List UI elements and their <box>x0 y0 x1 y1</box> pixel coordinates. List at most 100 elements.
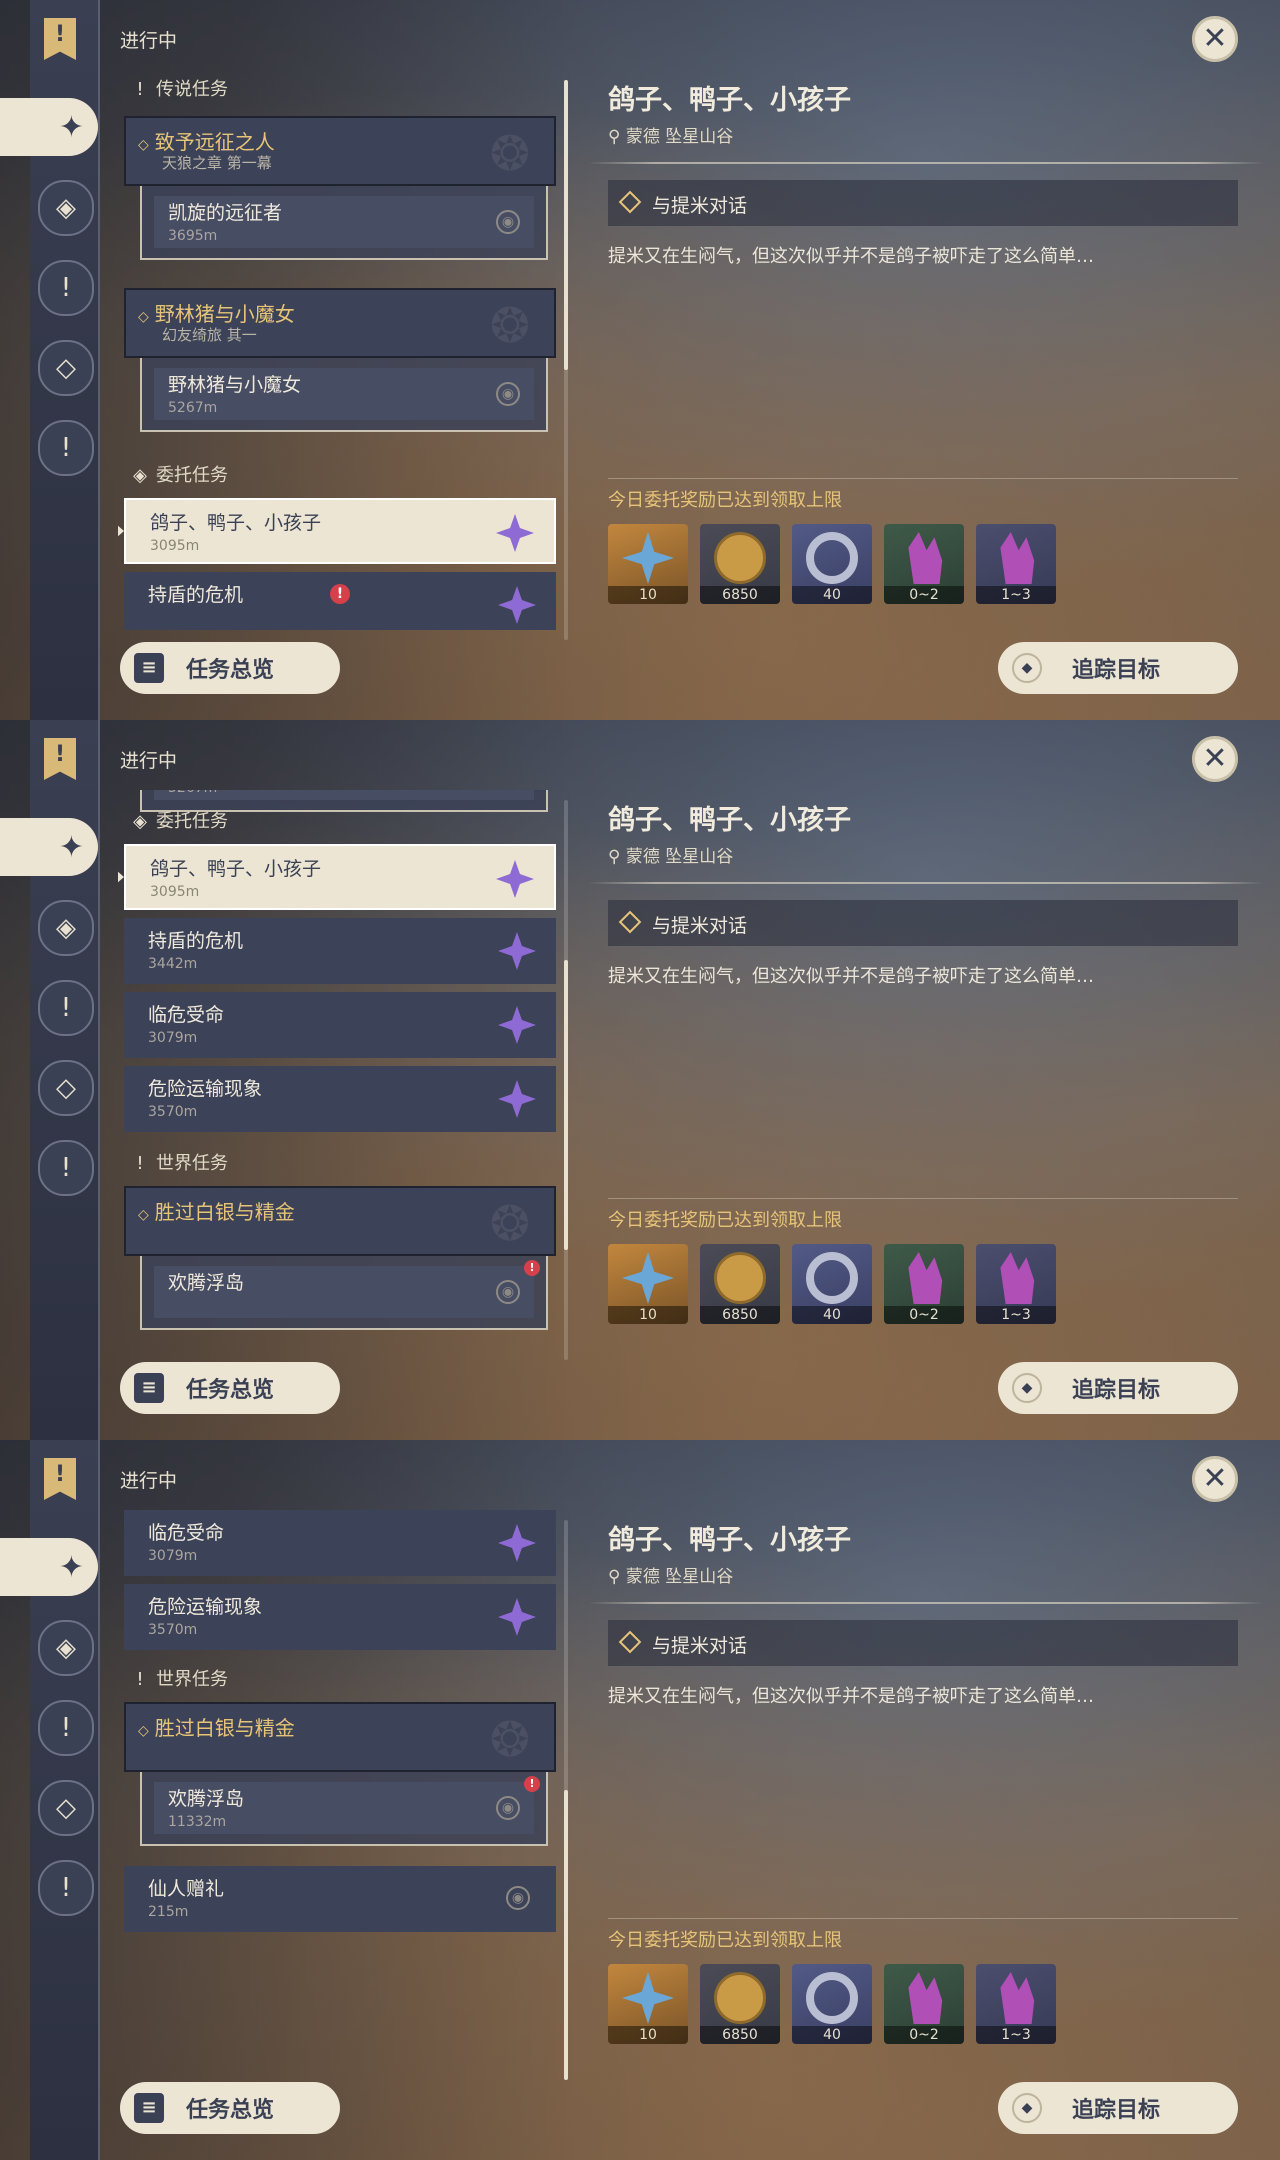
ore-icon <box>908 1252 943 1304</box>
mora-icon <box>714 532 766 584</box>
quest-list[interactable]: ! 传说任务 ◇ 致予远征之人 天狼之章 第一幕 ❂ 凯旋的远征者 3695m ◉ … <box>118 70 568 630</box>
category-commission: ◈ 委托任务 <box>130 462 228 490</box>
commission-quest-icon[interactable]: ◇ <box>38 340 94 396</box>
quest-group-boar[interactable]: ◇ 野林猪与小魔女 幻友绮旅 其一 ❂ <box>124 288 556 358</box>
track-target-button[interactable]: ◆ 追踪目标 <box>998 1362 1238 1414</box>
legend-quest-icon[interactable]: ! <box>38 980 94 1036</box>
commission-quest-icon[interactable]: ◇ <box>38 1780 94 1836</box>
reward-item[interactable]: 40 <box>792 1964 872 2044</box>
world-quest-icon[interactable]: ! <box>38 420 94 476</box>
quest-step[interactable]: 凯旋的远征者 3695m ◉ <box>140 186 548 260</box>
map-pin-icon[interactable]: ◉ <box>496 382 520 406</box>
quest-list[interactable]: 5267m ◈委托任务 鸽子、鸭子、小孩子 3095m 持盾的危机 3442m … <box>118 790 568 1350</box>
reward-item[interactable]: 40 <box>792 524 872 604</box>
scrollbar[interactable] <box>564 800 568 1360</box>
friendship-icon <box>806 532 858 584</box>
quest-row[interactable]: 仙人赠礼 215m ◉ <box>124 1866 556 1932</box>
quest-group-archon[interactable]: ◇ 致予远征之人 天狼之章 第一幕 ❂ <box>124 116 556 186</box>
commission-quest-icon[interactable]: ◇ <box>38 1060 94 1116</box>
reward-item[interactable]: 6850 <box>700 1244 780 1324</box>
quest-overview-button[interactable]: ≡ 任务总览 <box>120 1362 340 1414</box>
quest-description: 提米又在生闷气，但这次似乎并不是鸽子被吓走了这么简单… <box>608 966 1094 987</box>
quest-row[interactable]: 持盾的危机 ! <box>124 572 556 630</box>
reward-limit-note: 今日委托奖励已达到领取上限 <box>608 1210 842 1231</box>
world-quest-icon[interactable]: ! <box>38 1140 94 1196</box>
quest-description: 提米又在生闷气，但这次似乎并不是鸽子被吓走了这么简单… <box>608 1686 1094 1707</box>
reward-item[interactable]: 10 <box>608 524 688 604</box>
track-diamond-icon: ◆ <box>1012 2093 1042 2123</box>
scrollbar[interactable] <box>564 80 568 640</box>
archon-quest-icon[interactable]: ◈ <box>38 1620 94 1676</box>
reward-item[interactable]: 6850 <box>700 1964 780 2044</box>
category-commission: ◈ 委托任务 <box>130 808 228 836</box>
quest-location: ⚲ 蒙德 坠星山谷 <box>608 847 734 867</box>
quest-location: ⚲ 蒙德 坠星山谷 <box>608 1567 734 1587</box>
reward-item[interactable]: 1~3 <box>976 524 1056 604</box>
commission-star-icon <box>496 860 534 898</box>
map-pin-icon[interactable]: ◉ <box>496 1796 520 1820</box>
wolf-emblem-icon: ❂ <box>489 126 530 182</box>
track-target-button[interactable]: ◆ 追踪目标 <box>998 2082 1238 2134</box>
alert-icon: ! <box>330 584 350 604</box>
close-button[interactable]: ✕ <box>1192 16 1238 62</box>
quest-row[interactable]: 危险运输现象 3570m <box>124 1584 556 1650</box>
adventure-exp-icon <box>622 532 674 584</box>
all-quests-tab-icon[interactable]: ✦ <box>0 1538 98 1596</box>
reward-item[interactable]: 0~2 <box>884 524 964 604</box>
objective-diamond-icon <box>618 910 642 934</box>
commission-icon: ◈ <box>133 465 147 486</box>
close-button[interactable]: ✕ <box>1192 1456 1238 1502</box>
archon-quest-icon[interactable]: ◈ <box>38 180 94 236</box>
diamond-icon: ◇ <box>138 137 149 153</box>
commission-star-icon <box>498 1080 536 1118</box>
quest-list[interactable]: 临危受命 3079m 危险运输现象 3570m ! 世界任务 ◇ 胜过白银与精金 ❂… <box>118 1510 568 2070</box>
reward-item[interactable]: 1~3 <box>976 1964 1056 2044</box>
world-quest-icon[interactable]: ! <box>38 1860 94 1916</box>
divider <box>588 1602 1264 1604</box>
legend-quest-icon[interactable]: ! <box>38 260 94 316</box>
quest-step[interactable]: 欢腾浮岛 ! ◉ <box>140 1256 548 1330</box>
quest-step[interactable]: 野林猪与小魔女 5267m ◉ <box>140 358 548 432</box>
friendship-icon <box>806 1252 858 1304</box>
quest-group-world[interactable]: ◇ 胜过白银与精金 ❂ <box>124 1702 556 1772</box>
archon-quest-icon[interactable]: ◈ <box>38 900 94 956</box>
close-button[interactable]: ✕ <box>1192 736 1238 782</box>
quest-description: 提米又在生闷气，但这次似乎并不是鸽子被吓走了这么简单… <box>608 246 1094 267</box>
reward-item[interactable]: 6850 <box>700 524 780 604</box>
all-quests-tab-icon[interactable]: ✦ <box>0 98 98 156</box>
all-quests-tab-icon[interactable]: ✦ <box>0 818 98 876</box>
reward-item[interactable]: 10 <box>608 1964 688 2044</box>
quest-title: 鸽子、鸭子、小孩子 <box>608 85 851 116</box>
quest-row-selected[interactable]: 鸽子、鸭子、小孩子 3095m <box>118 844 556 910</box>
reward-item[interactable]: 0~2 <box>884 1964 964 2044</box>
quest-group-world[interactable]: ◇ 胜过白银与精金 ❂ <box>124 1186 556 1256</box>
reward-item[interactable]: 10 <box>608 1244 688 1324</box>
selection-arrow-icon <box>118 870 124 884</box>
legend-quest-icon[interactable]: ! <box>38 1700 94 1756</box>
divider <box>588 162 1264 164</box>
reward-list: 10 6850 40 0~2 1~3 <box>608 1964 1056 2044</box>
track-diamond-icon: ◆ <box>1012 1373 1042 1403</box>
quest-overview-button[interactable]: ≡ 任务总览 <box>120 642 340 694</box>
track-target-button[interactable]: ◆ 追踪目标 <box>998 642 1238 694</box>
quest-row[interactable]: 持盾的危机 3442m <box>124 918 556 984</box>
map-pin-icon[interactable]: ◉ <box>506 1886 530 1910</box>
reward-item[interactable]: 1~3 <box>976 1244 1056 1324</box>
quest-step[interactable]: 欢腾浮岛 11332m ! ◉ <box>140 1772 548 1846</box>
quest-row[interactable]: 临危受命 3079m <box>124 1510 556 1576</box>
quest-overview-button[interactable]: ≡ 任务总览 <box>120 2082 340 2134</box>
track-diamond-icon: ◆ <box>1012 653 1042 683</box>
reward-item[interactable]: 0~2 <box>884 1244 964 1324</box>
emblem-icon: ❂ <box>489 1196 530 1252</box>
reward-item[interactable]: 40 <box>792 1244 872 1324</box>
map-pin-icon[interactable]: ◉ <box>496 210 520 234</box>
scrollbar[interactable] <box>564 1520 568 2080</box>
map-pin-icon[interactable]: ◉ <box>496 1280 520 1304</box>
quest-row-selected[interactable]: 鸽子、鸭子、小孩子 3095m <box>118 498 556 564</box>
alert-icon: ! <box>524 1260 540 1276</box>
mora-icon <box>714 1972 766 2024</box>
world-icon: ! <box>136 1153 144 1174</box>
quest-row[interactable]: 危险运输现象 3570m <box>124 1066 556 1132</box>
legend-icon: ! <box>136 79 144 100</box>
quest-row[interactable]: 临危受命 3079m <box>124 992 556 1058</box>
